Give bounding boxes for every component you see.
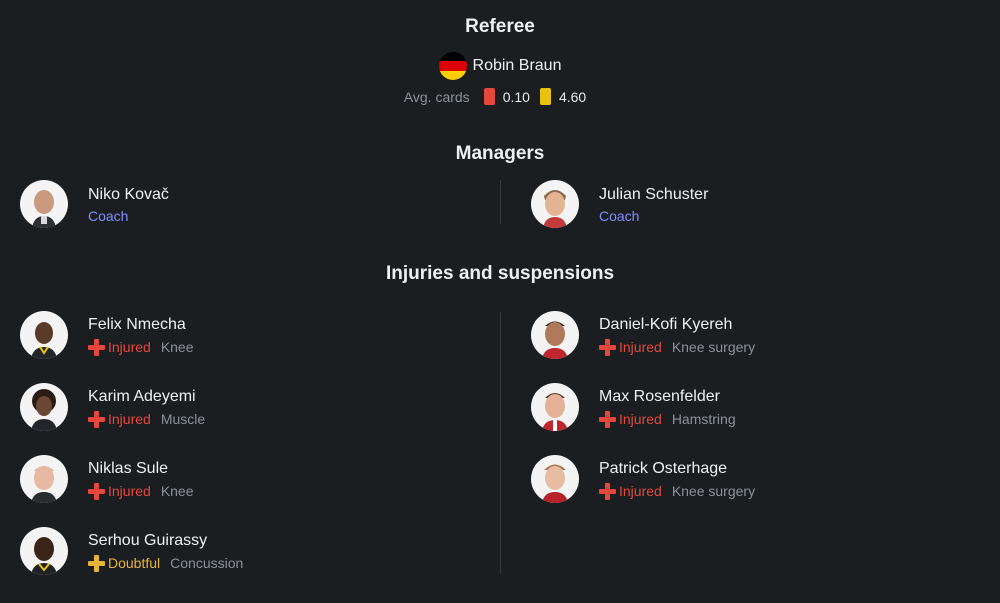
status-label: Injured [108, 483, 151, 499]
avatar [20, 383, 68, 431]
yellow-cards-value: 4.60 [558, 88, 587, 105]
referee-name[interactable]: Robin Braun [473, 57, 562, 75]
referee-avg-cards: Avg. cards 0.10 4.60 [0, 88, 1000, 105]
doubtful-cross-icon [88, 554, 105, 572]
injury-reason: Concussion [170, 555, 244, 571]
injury-reason: Knee [160, 483, 194, 499]
player-name: Serhou Guirassy [88, 531, 208, 549]
status-label: Injured [619, 411, 662, 427]
injury-reason: Hamstring [671, 411, 736, 427]
injured-cross-icon [599, 482, 616, 500]
manager-role: Coach [88, 207, 129, 224]
avatar [531, 383, 579, 431]
status-label: Injured [619, 483, 662, 499]
status-label: Doubtful [108, 555, 161, 571]
managers-divider [500, 180, 501, 224]
injuries-divider [500, 312, 501, 574]
injured-cross-icon [88, 482, 105, 500]
injury-item[interactable]: Serhou Guirassy Doubtful Concussion [20, 527, 243, 575]
injury-item[interactable]: Daniel-Kofi Kyereh Injured Knee surgery [531, 311, 755, 359]
injury-reason: Muscle [160, 411, 206, 427]
manager-name: Niko Kovač [88, 185, 169, 203]
injury-reason: Knee surgery [671, 339, 756, 355]
germany-flag-icon [438, 52, 467, 80]
avatar [20, 455, 68, 503]
yellow-card-icon [539, 88, 551, 105]
status-label: Injured [108, 339, 151, 355]
avatar [531, 180, 579, 228]
avg-cards-label: Avg. cards [403, 88, 470, 105]
injury-item[interactable]: Max Rosenfelder Injured Hamstring [531, 383, 736, 431]
injury-item[interactable]: Patrick Osterhage Injured Knee surgery [531, 455, 755, 503]
injured-cross-icon [599, 410, 616, 428]
injury-item[interactable]: Felix Nmecha Injured Knee [20, 311, 194, 359]
avatar [531, 455, 579, 503]
referee-row: Robin Braun [0, 52, 1000, 80]
player-name: Felix Nmecha [88, 315, 186, 333]
injuries-title: Injuries and suspensions [385, 263, 615, 284]
avatar [20, 527, 68, 575]
injured-cross-icon [88, 338, 105, 356]
manager-home[interactable]: Niko Kovač Coach [20, 180, 169, 228]
manager-name: Julian Schuster [599, 185, 709, 203]
status-label: Injured [108, 411, 151, 427]
referee-title: Referee [465, 16, 535, 37]
status-label: Injured [619, 339, 662, 355]
injury-item[interactable]: Karim Adeyemi Injured Muscle [20, 383, 205, 431]
manager-away[interactable]: Julian Schuster Coach [531, 180, 708, 228]
injured-cross-icon [599, 338, 616, 356]
player-name: Max Rosenfelder [599, 387, 720, 405]
injury-reason: Knee surgery [671, 483, 756, 499]
player-name: Patrick Osterhage [599, 459, 728, 477]
avatar [531, 311, 579, 359]
managers-title: Managers [455, 143, 545, 164]
player-name: Karim Adeyemi [88, 387, 196, 405]
injury-item[interactable]: Niklas Sule Injured Knee [20, 455, 194, 503]
red-card-icon [483, 88, 495, 105]
red-cards-value: 0.10 [502, 88, 530, 105]
player-name: Niklas Sule [88, 459, 169, 477]
injury-reason: Knee [160, 339, 194, 355]
manager-role: Coach [599, 207, 640, 224]
injured-cross-icon [88, 410, 105, 428]
player-name: Daniel-Kofi Kyereh [599, 315, 733, 333]
avatar [20, 180, 68, 228]
avatar [20, 311, 68, 359]
